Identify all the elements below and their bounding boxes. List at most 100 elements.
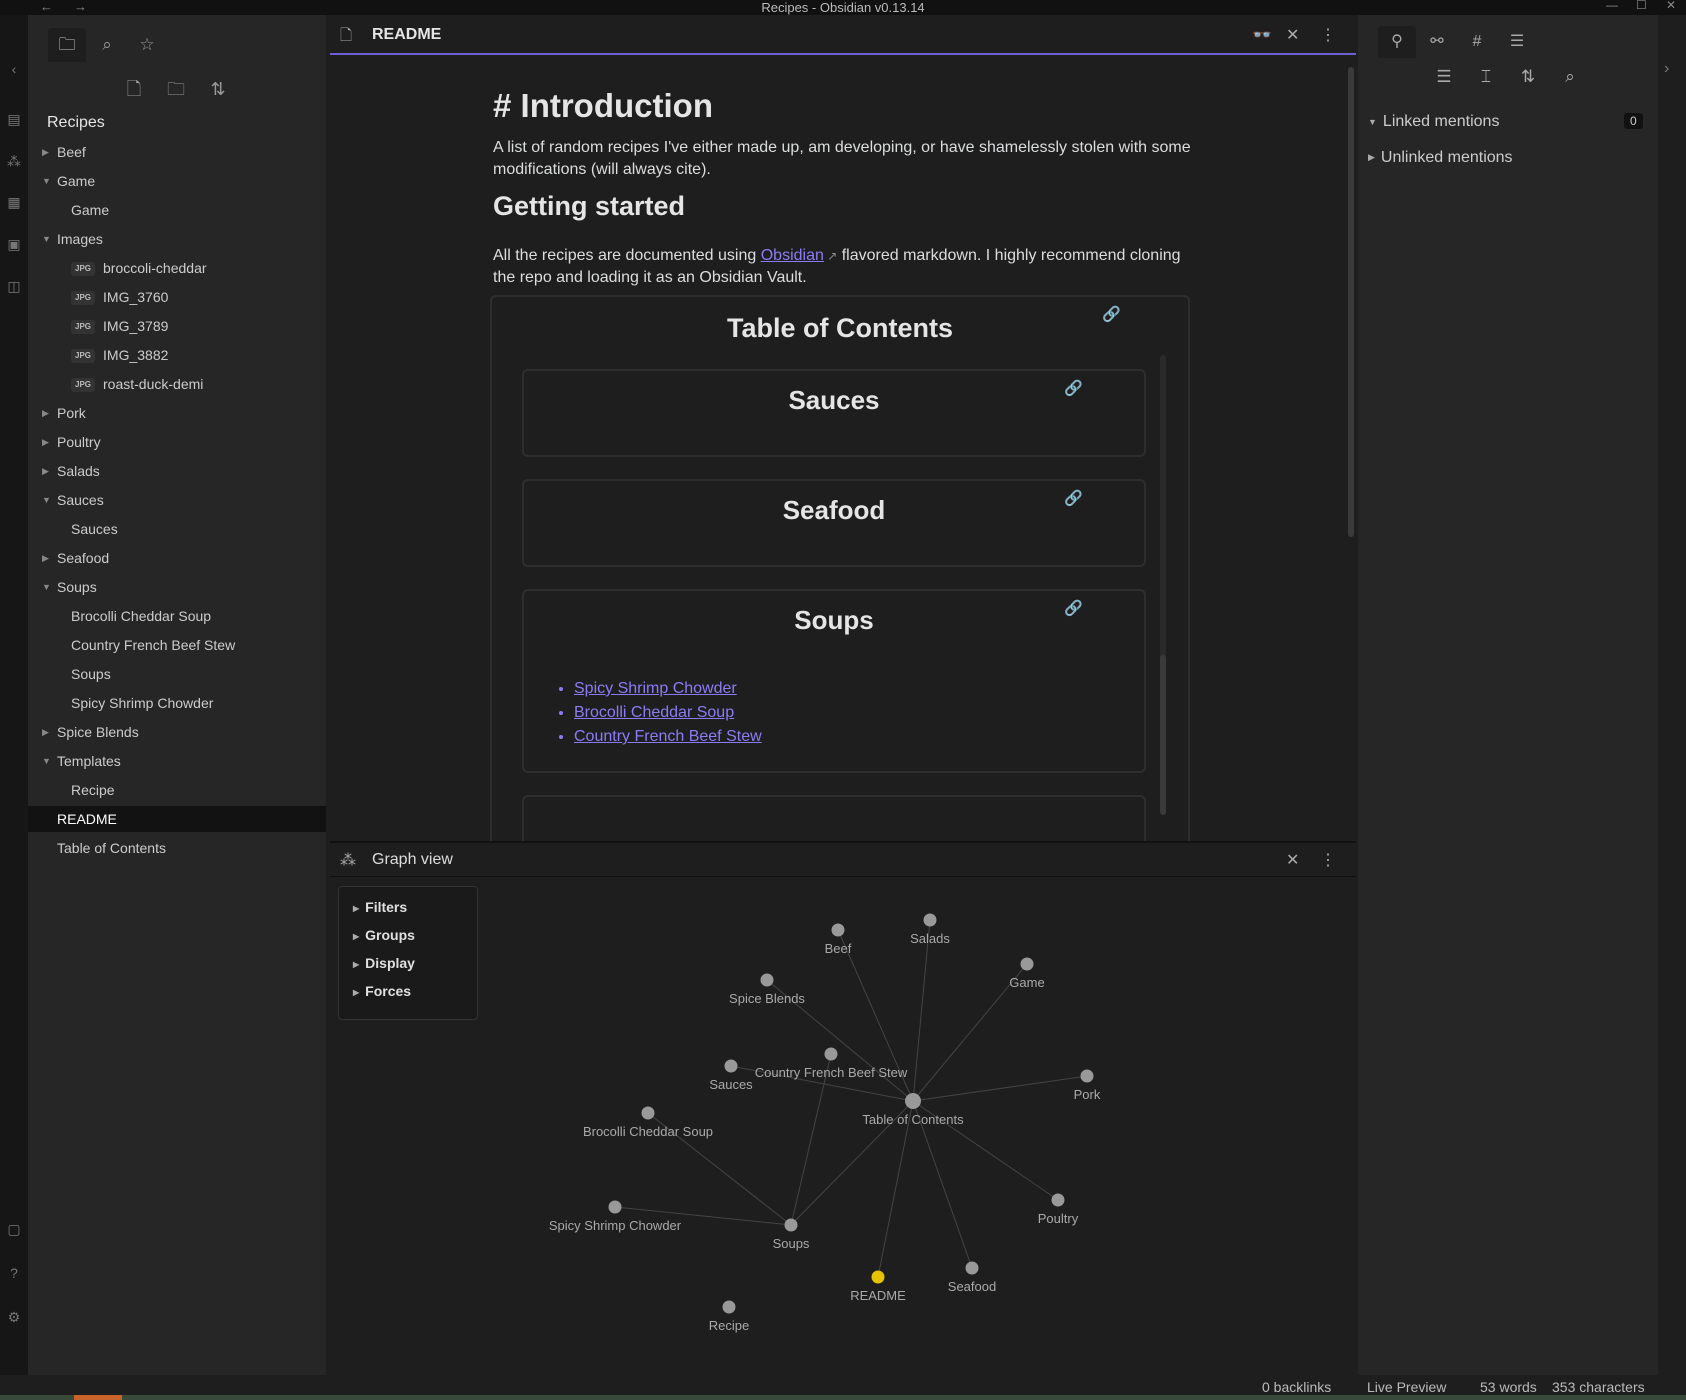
folder-item[interactable]: ▶ Pork: [28, 400, 326, 426]
chevron-down-icon[interactable]: ▼: [42, 226, 51, 252]
open-link-icon[interactable]: 🔗: [1064, 599, 1083, 617]
status-mode[interactable]: Live Preview: [1367, 1379, 1446, 1395]
file-item[interactable]: JPG IMG_3789: [28, 313, 326, 339]
folder-item[interactable]: ▶ Salads: [28, 458, 326, 484]
folder-item[interactable]: ▼ Soups: [28, 574, 326, 600]
starred-tab-icon[interactable]: ☆: [128, 28, 166, 62]
maximize-icon[interactable]: ☐: [1636, 0, 1647, 12]
graph-canvas[interactable]: Beef Salads Game Spice Blends Country French…: [330, 877, 1356, 1375]
graph-node[interactable]: [824, 1047, 838, 1061]
file-item[interactable]: JPG roast-duck-demi: [28, 371, 326, 397]
more-options-icon[interactable]: ⋮: [1320, 25, 1336, 45]
reading-view-icon[interactable]: 👓: [1252, 25, 1272, 45]
file-item[interactable]: JPG IMG_3882: [28, 342, 326, 368]
settings-icon[interactable]: ⚙: [5, 1308, 23, 1326]
collapse-results-icon[interactable]: ☰: [1432, 67, 1456, 91]
folder-item[interactable]: ▼ Images: [28, 226, 326, 252]
editor-scrollbar[interactable]: [1348, 67, 1354, 537]
open-link-icon[interactable]: 🔗: [1064, 379, 1083, 397]
search-tab-icon[interactable]: ⌕: [88, 28, 126, 62]
new-folder-icon[interactable]: 🗀: [164, 77, 188, 101]
folder-item[interactable]: ▼ Templates: [28, 748, 326, 774]
file-item[interactable]: Recipe: [28, 777, 326, 803]
folder-item[interactable]: ▶ Seafood: [28, 545, 326, 571]
graph-node[interactable]: [965, 1261, 979, 1275]
daily-note-icon[interactable]: ▦: [5, 193, 23, 211]
file-item[interactable]: Spicy Shrimp Chowder: [28, 690, 326, 716]
graph-node[interactable]: [1020, 957, 1034, 971]
folder-item[interactable]: ▶ Poultry: [28, 429, 326, 455]
chevron-right-icon[interactable]: ▶: [42, 458, 49, 484]
sort-icon[interactable]: ⇅: [206, 77, 230, 101]
chevron-right-icon[interactable]: ▶: [42, 545, 49, 571]
file-item[interactable]: Soups: [28, 661, 326, 687]
link-country-french-beef-stew[interactable]: Country French Beef Stew: [574, 728, 762, 745]
file-item[interactable]: Sauces: [28, 516, 326, 542]
graph-node[interactable]: [641, 1106, 655, 1120]
graph-node[interactable]: [722, 1300, 736, 1314]
folder-item[interactable]: ▼ Game: [28, 168, 326, 194]
graph-control-groups[interactable]: ▶ Groups: [353, 927, 415, 943]
open-link-icon[interactable]: 🔗: [1102, 305, 1121, 323]
graph-control-display[interactable]: ▶ Display: [353, 955, 415, 971]
outgoing-links-tab-icon[interactable]: ⚯: [1418, 26, 1456, 58]
graph-node[interactable]: [1051, 1193, 1065, 1207]
folder-item[interactable]: ▶ Spice Blends: [28, 719, 326, 745]
help-icon[interactable]: ?: [5, 1264, 23, 1282]
search-icon[interactable]: ⌕: [1558, 67, 1582, 91]
file-explorer-tab-icon[interactable]: 🗀: [48, 28, 86, 62]
outline-tab-icon[interactable]: ☰: [1498, 26, 1536, 58]
chevron-right-icon[interactable]: ▶: [42, 400, 49, 426]
chevron-right-icon[interactable]: ▶: [42, 139, 49, 165]
graph-node[interactable]: [724, 1059, 738, 1073]
chevron-right-icon[interactable]: ▶: [42, 719, 49, 745]
chevron-down-icon[interactable]: ▼: [42, 574, 51, 600]
graph-node[interactable]: [831, 923, 845, 937]
collapse-left-icon[interactable]: ‹: [5, 60, 23, 78]
status-backlinks[interactable]: 0 backlinks: [1262, 1379, 1331, 1395]
chevron-down-icon[interactable]: ▼: [42, 748, 51, 774]
graph-node[interactable]: [871, 1270, 885, 1284]
vault-name[interactable]: Recipes: [47, 114, 105, 132]
show-more-context-icon[interactable]: ⌶: [1474, 67, 1498, 91]
graph-node[interactable]: [1080, 1069, 1094, 1083]
close-pane-icon[interactable]: ✕: [1286, 850, 1299, 870]
file-item[interactable]: Game: [28, 197, 326, 223]
slides-icon[interactable]: ◫: [5, 277, 23, 295]
graph-node[interactable]: [784, 1218, 798, 1232]
file-item[interactable]: JPG IMG_3760: [28, 284, 326, 310]
vault-icon[interactable]: ▢: [5, 1220, 23, 1238]
close-pane-icon[interactable]: ✕: [1286, 25, 1299, 45]
more-options-icon[interactable]: ⋮: [1320, 850, 1336, 870]
editor-content[interactable]: # Introduction A list of random recipes …: [330, 57, 1356, 841]
chevron-down-icon[interactable]: ▼: [42, 487, 51, 513]
graph-control-filters[interactable]: ▶ Filters: [353, 899, 407, 915]
tags-tab-icon[interactable]: #: [1458, 26, 1496, 58]
obsidian-link[interactable]: Obsidian: [761, 247, 824, 264]
unlinked-mentions-header[interactable]: ▶ Unlinked mentions: [1368, 149, 1513, 167]
linked-mentions-header[interactable]: ▼ Linked mentions: [1368, 113, 1499, 131]
graph-node[interactable]: [923, 913, 937, 927]
toc-scrollbar[interactable]: [1160, 655, 1166, 815]
new-note-icon[interactable]: 🗋: [122, 77, 146, 101]
link-spicy-shrimp-chowder[interactable]: Spicy Shrimp Chowder: [574, 680, 737, 697]
file-item[interactable]: JPG broccoli-cheddar: [28, 255, 326, 281]
graph-node[interactable]: [608, 1200, 622, 1214]
open-link-icon[interactable]: 🔗: [1064, 489, 1083, 507]
minimize-icon[interactable]: —: [1606, 0, 1618, 12]
close-window-icon[interactable]: ✕: [1666, 0, 1676, 12]
graph-view-icon[interactable]: ⁂: [5, 152, 23, 170]
chevron-right-icon[interactable]: ▶: [42, 429, 49, 455]
graph-node[interactable]: [905, 1093, 921, 1109]
collapse-right-icon[interactable]: ›: [1664, 60, 1669, 78]
folder-item[interactable]: ▼ Sauces: [28, 487, 326, 513]
file-item[interactable]: Brocolli Cheddar Soup: [28, 603, 326, 629]
backlinks-tab-icon[interactable]: ⚲: [1378, 26, 1416, 58]
link-brocolli-cheddar-soup[interactable]: Brocolli Cheddar Soup: [574, 704, 734, 721]
templates-icon[interactable]: ▣: [5, 235, 23, 253]
graph-control-forces[interactable]: ▶ Forces: [353, 983, 411, 999]
chevron-down-icon[interactable]: ▼: [42, 168, 51, 194]
file-item[interactable]: Country French Beef Stew: [28, 632, 326, 658]
graph-title[interactable]: Graph view: [372, 851, 453, 869]
quick-switcher-icon[interactable]: ▤: [5, 110, 23, 128]
